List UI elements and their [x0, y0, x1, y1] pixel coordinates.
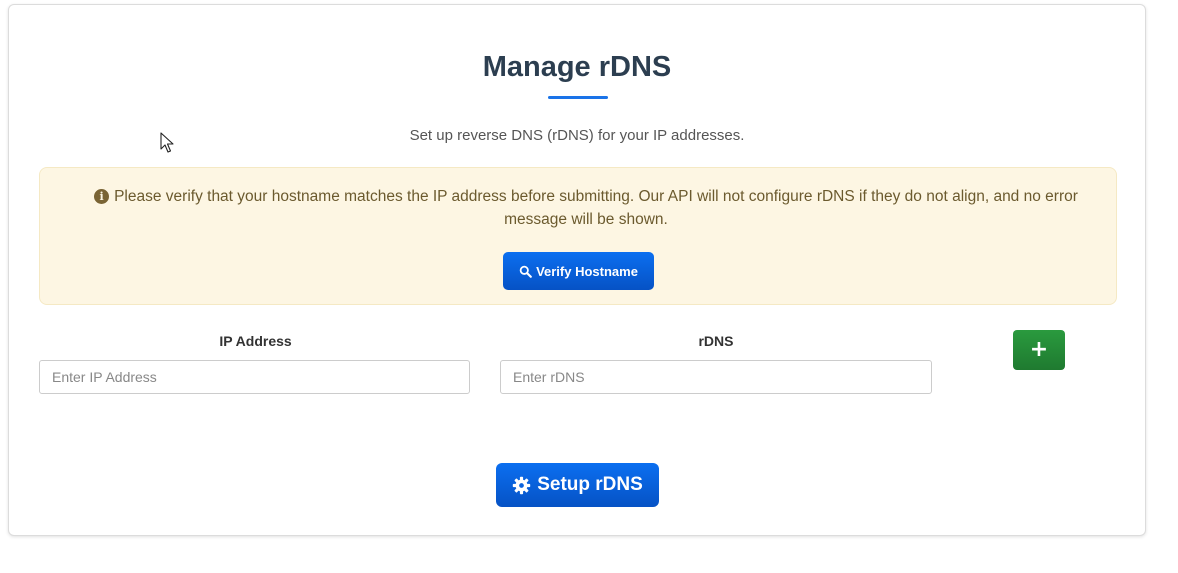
page-title: Manage rDNS — [482, 51, 672, 83]
warning-alert: i Please verify that your hostname matche… — [39, 167, 1117, 305]
ip-address-label: IP Address — [219, 333, 292, 349]
rdns-input[interactable] — [500, 360, 932, 394]
title-underline — [548, 96, 608, 99]
rdns-card: Manage rDNS Set up reverse DNS (rDNS) fo… — [8, 4, 1146, 536]
rdns-label: rDNS — [698, 333, 734, 349]
alert-message-row: i Please verify that your hostname matche… — [80, 185, 1092, 231]
mouse-cursor-icon — [160, 132, 174, 153]
verify-hostname-button[interactable]: Verify Hostname — [503, 252, 654, 290]
verify-hostname-label: Verify Hostname — [536, 263, 638, 279]
setup-rdns-label: Setup rDNS — [537, 474, 643, 495]
info-circle-icon: i — [94, 189, 110, 204]
ip-address-input[interactable] — [39, 360, 470, 394]
gear-icon — [512, 476, 531, 494]
add-row-button[interactable]: + — [1013, 330, 1065, 370]
search-icon — [519, 265, 532, 278]
page-subtitle: Set up reverse DNS (rDNS) for your IP ad… — [409, 127, 745, 144]
setup-rdns-button[interactable]: Setup rDNS — [496, 463, 659, 507]
alert-message: Please verify that your hostname matches… — [114, 188, 1078, 228]
